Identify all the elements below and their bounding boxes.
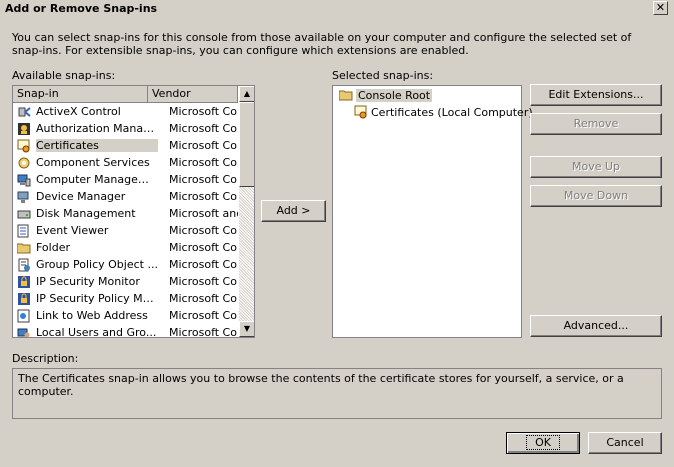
close-button[interactable]: ✕: [653, 1, 668, 15]
tree-item-console-root[interactable]: Console Root: [339, 88, 433, 102]
scroll-up-button[interactable]: ▲: [239, 86, 254, 102]
description-label: Description:: [12, 352, 79, 365]
authorization-icon: [17, 122, 31, 136]
snapin-name: IP Security Monitor: [36, 275, 140, 288]
list-item[interactable]: Disk Management Microsoft and...: [13, 205, 238, 222]
list-header: Snap-in Vendor: [13, 86, 238, 103]
snapin-vendor: Microsoft Cor...: [169, 258, 238, 271]
scroll-down-button[interactable]: ▼: [239, 321, 254, 337]
snapin-name: Component Services: [36, 156, 150, 169]
snapin-name: Certificates: [36, 139, 158, 152]
certificate-icon: [17, 139, 31, 153]
close-icon: ✕: [655, 1, 666, 14]
snapin-vendor: Microsoft Cor...: [169, 326, 238, 338]
vertical-scrollbar[interactable]: ▲ ▼: [239, 86, 254, 337]
list-item[interactable]: IP Security Policy Ma... Microsoft Cor...: [13, 290, 238, 307]
list-item[interactable]: Group Policy Object ... Microsoft Cor...: [13, 256, 238, 273]
list-item[interactable]: Certificates Microsoft Cor...: [13, 137, 238, 154]
list-item[interactable]: Device Manager Microsoft Cor...: [13, 188, 238, 205]
move-up-label: Move Up: [571, 160, 621, 173]
cancel-button[interactable]: Cancel: [588, 432, 662, 454]
selected-snapins-label: Selected snap-ins:: [332, 69, 434, 82]
disk-icon: [17, 207, 31, 221]
snapin-vendor: Microsoft and...: [169, 207, 238, 220]
device-manager-icon: [17, 190, 31, 204]
list-item[interactable]: Event Viewer Microsoft Cor...: [13, 222, 238, 239]
snapin-name: Disk Management: [36, 207, 136, 220]
list-rows: ActiveX ControlMicrosoft Cor...Authoriza…: [13, 103, 238, 338]
users-icon: [17, 326, 31, 337]
snapin-vendor: Microsoft Cor...: [169, 173, 238, 186]
tree-item-certificates[interactable]: Certificates (Local Computer): [354, 105, 533, 119]
list-item[interactable]: Authorization Manager Microsoft Cor...: [13, 120, 238, 137]
description-box: The Certificates snap-in allows you to b…: [12, 368, 662, 419]
snapin-vendor: Microsoft Cor...: [169, 156, 238, 169]
move-down-button[interactable]: Move Down: [530, 185, 662, 207]
arrow-up-icon: ▲: [243, 89, 251, 98]
snapin-vendor: Microsoft Cor...: [169, 122, 238, 135]
snapin-name: ActiveX Control: [36, 105, 121, 118]
remove-button[interactable]: Remove: [530, 113, 662, 135]
component-services-icon: [17, 156, 31, 170]
list-item[interactable]: Link to Web Address Microsoft Cor...: [13, 307, 238, 324]
available-snapins-list[interactable]: Snap-in Vendor ActiveX Control Microsoft …: [12, 85, 255, 338]
edit-extensions-label: Edit Extensions...: [548, 88, 644, 101]
certificate-icon: [354, 105, 368, 119]
title-bar[interactable]: Add or Remove Snap-ins ✕: [0, 0, 674, 18]
list-item[interactable]: IP Security Monitor Microsoft Cor...: [13, 273, 238, 290]
computer-management-icon: [17, 173, 31, 187]
snapin-vendor: Microsoft Cor...: [169, 190, 238, 203]
remove-label: Remove: [573, 117, 619, 130]
snapin-vendor: Microsoft Cor...: [169, 139, 238, 152]
snapin-name: Computer Managem...: [36, 173, 158, 186]
snapin-name: Event Viewer: [36, 224, 109, 237]
ok-button[interactable]: OK: [506, 432, 580, 454]
snapin-name: Folder: [36, 241, 70, 254]
snapin-vendor: Microsoft Cor...: [169, 241, 238, 254]
selected-snapins-tree[interactable]: Console Root Certificates (Local Compute…: [332, 85, 533, 338]
advanced-button[interactable]: Advanced...: [530, 315, 662, 337]
web-link-icon: [17, 309, 31, 323]
snapin-name: Authorization Manager: [36, 122, 158, 135]
move-down-label: Move Down: [563, 189, 629, 202]
snapin-name: Device Manager: [36, 190, 126, 203]
folder-icon: [17, 241, 31, 255]
cancel-label: Cancel: [606, 436, 644, 449]
list-item[interactable]: ActiveX Control Microsoft Cor...: [13, 103, 238, 120]
snapin-name: Local Users and Gro...: [36, 326, 157, 338]
snapin-vendor: Microsoft Cor...: [169, 275, 238, 288]
move-up-button[interactable]: Move Up: [530, 156, 662, 178]
group-policy-icon: [17, 258, 31, 272]
column-header-snapin[interactable]: Snap-in: [13, 86, 148, 103]
description-text: The Certificates snap-in allows you to b…: [18, 372, 624, 398]
column-header-vendor[interactable]: Vendor: [148, 86, 238, 103]
scroll-thumb[interactable]: [239, 102, 254, 187]
arrow-down-icon: ▼: [243, 324, 251, 333]
ip-security-icon: [17, 292, 31, 306]
add-button[interactable]: Add >: [261, 200, 326, 222]
list-item[interactable]: Computer Managem... Microsoft Cor...: [13, 171, 238, 188]
tree-item-label: Console Root: [356, 88, 433, 102]
intro-text: You can select snap-ins for this console…: [12, 31, 632, 57]
folder-icon: [339, 88, 353, 102]
advanced-label: Advanced...: [563, 319, 629, 332]
snapin-vendor: Microsoft Cor...: [169, 292, 238, 305]
available-snapins-label: Available snap-ins:: [12, 69, 116, 82]
edit-extensions-button[interactable]: Edit Extensions...: [530, 84, 662, 106]
ip-security-icon: [17, 275, 31, 289]
list-item[interactable]: Folder Microsoft Cor...: [13, 239, 238, 256]
snapin-vendor: Microsoft Cor...: [169, 309, 238, 322]
snapin-name: Link to Web Address: [36, 309, 148, 322]
window-title: Add or Remove Snap-ins: [5, 2, 158, 15]
activex-icon: [17, 105, 31, 119]
event-viewer-icon: [17, 224, 31, 238]
snapin-vendor: Microsoft Cor...: [169, 105, 238, 118]
snapin-name: IP Security Policy Ma...: [36, 292, 158, 305]
ok-label: OK: [526, 435, 560, 450]
tree-item-label: Certificates (Local Computer): [371, 105, 533, 119]
list-item[interactable]: Component Services Microsoft Cor...: [13, 154, 238, 171]
list-item[interactable]: Local Users and Gro... Microsoft Cor...: [13, 324, 238, 338]
snapin-name: Group Policy Object ...: [36, 258, 158, 271]
snapin-vendor: Microsoft Cor...: [169, 224, 238, 237]
